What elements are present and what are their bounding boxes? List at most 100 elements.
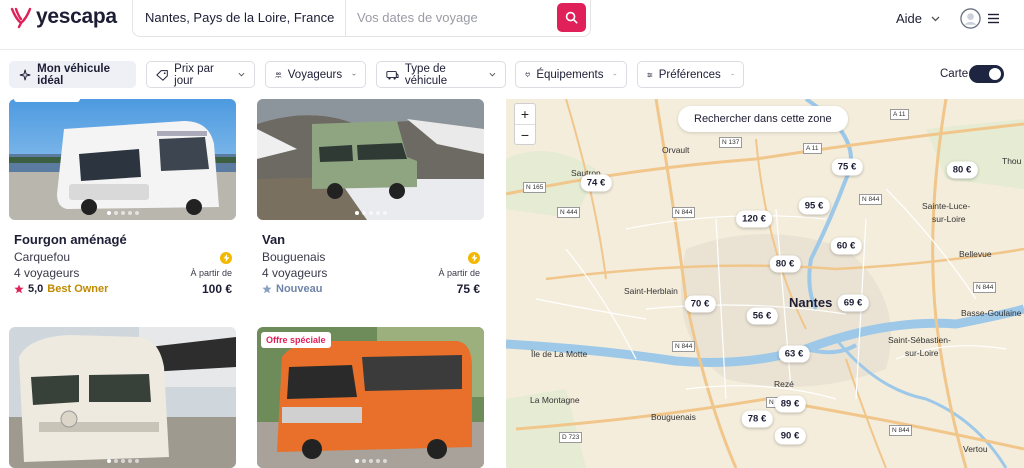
carousel-dots — [9, 459, 236, 463]
search-icon — [565, 11, 578, 24]
listing-rating: 5,0 Best Owner — [14, 283, 108, 295]
listing-photo[interactable] — [9, 99, 236, 220]
carousel-dot[interactable] — [382, 459, 387, 463]
price-filter-label: Prix par jour — [174, 62, 214, 87]
map-place-label: Saint-Sébastien- — [888, 335, 951, 345]
map-price-pin[interactable]: 80 € — [946, 161, 978, 179]
map-price-pin[interactable]: 90 € — [774, 427, 806, 445]
carousel-dot[interactable] — [361, 211, 366, 215]
search-this-area-button[interactable]: Rechercher dans cette zone — [678, 106, 848, 132]
ideal-vehicle-label: Mon véhicule idéal — [37, 62, 111, 87]
ideal-vehicle-filter[interactable]: Mon véhicule idéal — [9, 61, 136, 88]
instant-booking-icon — [468, 252, 480, 264]
travelers-filter[interactable]: Voyageurs — [265, 61, 366, 88]
listing-travelers: 4 voyageurs — [14, 266, 80, 280]
carousel-dot[interactable] — [361, 459, 366, 463]
road-label: N 844 — [672, 207, 696, 218]
best-owner-badge: Best Owner — [47, 283, 109, 295]
map-panel[interactable]: + − Rechercher dans cette zone Orvault S… — [506, 99, 1024, 468]
equipment-filter[interactable]: Équipements — [515, 61, 627, 88]
carousel-dot[interactable] — [375, 211, 380, 215]
yescapa-logo[interactable]: yescapa — [9, 5, 117, 29]
listing-price: 75 € — [456, 282, 480, 296]
carousel-dot[interactable] — [127, 211, 132, 215]
map-price-pin[interactable]: 60 € — [830, 237, 862, 255]
carousel-dot[interactable] — [368, 211, 373, 215]
road-label: N 444 — [557, 207, 581, 218]
carousel-dot[interactable] — [382, 211, 387, 215]
carousel-dot[interactable] — [354, 459, 359, 463]
listing-card[interactable]: Offre spéciale — [257, 327, 484, 468]
listing-card[interactable]: Fourgon aménagé Carquefou 4 voyageurs 5,… — [9, 99, 236, 299]
map-place-label: Île de La Motte — [531, 349, 588, 359]
logo-text: yescapa — [36, 5, 117, 28]
preferences-filter[interactable]: Préférences — [637, 61, 744, 88]
special-offer-badge: Offre spéciale — [261, 332, 331, 348]
search-divider — [345, 0, 346, 37]
vehicle-type-filter[interactable]: Type de véhicule — [376, 61, 506, 88]
search-dates-input[interactable]: Vos dates de voyage — [357, 10, 478, 25]
map-place-label: Thou — [1002, 156, 1022, 166]
map-place-label: La Montagne — [530, 395, 580, 405]
map-price-pin[interactable]: 56 € — [746, 307, 778, 325]
listing-price: 100 € — [201, 282, 232, 296]
carousel-dot[interactable] — [120, 459, 125, 463]
carousel-dots — [257, 211, 484, 215]
map-price-pin[interactable]: 95 € — [798, 197, 830, 215]
listing-photo[interactable]: Offre spéciale — [257, 327, 484, 468]
star-icon — [14, 284, 24, 294]
vintage-van-photo — [9, 327, 236, 468]
help-menu[interactable]: Aide — [896, 11, 940, 26]
map-place-label: Sainte-Luce- — [922, 201, 971, 211]
search-button[interactable] — [557, 3, 586, 32]
listing-location: Bouguenais — [262, 250, 326, 264]
map-place-label: Vertou — [963, 444, 988, 454]
search-location-input[interactable]: Nantes, Pays de la Loire, France — [145, 10, 334, 25]
road-label: N 137 — [719, 137, 743, 148]
map-price-pin[interactable]: 70 € — [684, 295, 716, 313]
road-label: N 844 — [973, 282, 997, 293]
user-menu[interactable] — [960, 8, 1000, 29]
map-price-pin[interactable]: 80 € — [769, 255, 801, 273]
price-from-label: À partir de — [438, 268, 480, 278]
map-price-pin[interactable]: 75 € — [831, 158, 863, 176]
carousel-dot[interactable] — [106, 211, 111, 215]
carousel-dot[interactable] — [120, 211, 125, 215]
listing-card[interactable]: Van Bouguenais 4 voyageurs Nouveau À par… — [257, 99, 484, 299]
listing-card[interactable] — [9, 327, 236, 468]
carousel-dot[interactable] — [134, 459, 139, 463]
map-price-pin[interactable]: 63 € — [778, 345, 810, 363]
carousel-dot[interactable] — [127, 459, 132, 463]
map-price-pin[interactable]: 74 € — [580, 174, 612, 192]
map-price-pin[interactable]: 120 € — [736, 210, 772, 228]
carousel-dot[interactable] — [354, 211, 359, 215]
map-price-pin[interactable]: 78 € — [741, 410, 773, 428]
listing-rating: Nouveau — [262, 283, 322, 295]
logo-mark-icon — [10, 7, 32, 29]
carousel-dot[interactable] — [113, 459, 118, 463]
chevron-down-icon — [730, 73, 734, 76]
van-icon — [386, 70, 399, 80]
filter-bar: Mon véhicule idéal Prix par jour Voyageu… — [0, 50, 1024, 99]
carousel-dot[interactable] — [375, 459, 380, 463]
carousel-dot[interactable] — [134, 211, 139, 215]
listing-title: Van — [262, 232, 286, 247]
zoom-out-button[interactable]: − — [515, 125, 535, 145]
map-price-pin[interactable]: 69 € — [837, 294, 869, 312]
listing-photo[interactable] — [9, 327, 236, 468]
map-price-pin[interactable]: 89 € — [774, 395, 806, 413]
carousel-dot[interactable] — [113, 211, 118, 215]
carousel-dot[interactable] — [106, 459, 111, 463]
carousel-dots — [257, 459, 484, 463]
zoom-in-button[interactable]: + — [515, 104, 535, 124]
map-place-label: Bellevue — [959, 249, 992, 259]
road-label: A 11 — [890, 109, 909, 120]
sparkle-icon — [19, 69, 31, 80]
carousel-dot[interactable] — [368, 459, 373, 463]
map-place-label: Basse-Goulaine — [961, 308, 1022, 318]
price-per-day-filter[interactable]: Prix par jour — [146, 61, 255, 88]
listing-photo[interactable] — [257, 99, 484, 220]
map-toggle[interactable] — [969, 65, 1004, 83]
listing-location: Carquefou — [14, 250, 71, 264]
search-bar: Nantes, Pays de la Loire, France Vos dat… — [132, 0, 591, 37]
